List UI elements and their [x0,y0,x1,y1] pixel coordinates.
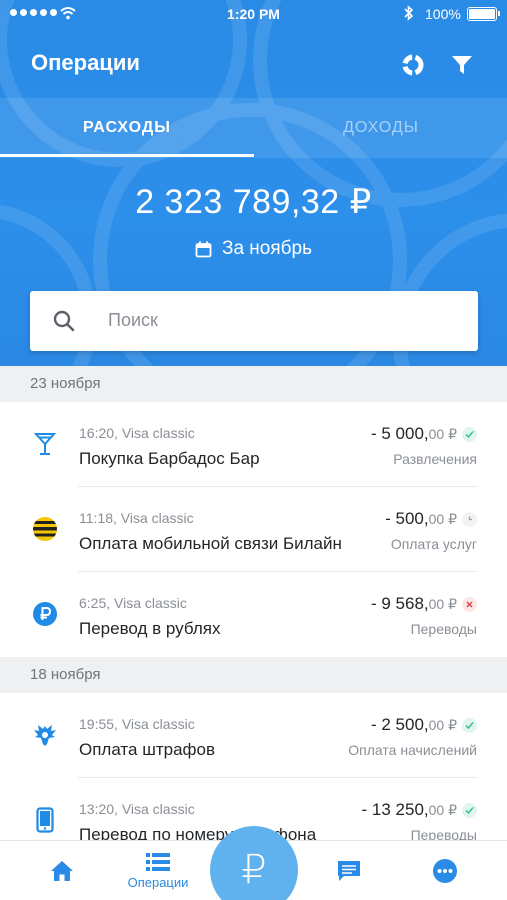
operation-name: Перевод в рублях [79,619,221,638]
filter-icon [452,56,472,74]
operation-row[interactable]: 6:25, Visa classic Перевод в рублях - 9 … [0,572,507,657]
status-success-icon [462,427,477,442]
operation-row[interactable]: 11:18, Visa classic Оплата мобильной свя… [0,487,507,572]
operation-category: Переводы [410,621,477,637]
operation-category: Оплата начислений [348,742,477,758]
operation-amount: - 13 250,00 ₽ [361,800,457,819]
status-success-icon [462,803,477,818]
ruble-icon [32,601,58,627]
operations-list: 23 ноября 16:20, Visa classic Покупка Ба… [0,366,507,863]
operation-meta: 6:25, Visa classic [79,595,187,611]
total-amount: 2 323 789,32 ₽ [135,183,372,221]
period-label: За ноябрь [221,238,313,259]
header: 1:20 PM 100% Операции РАСХОДЫ ДОХОДЫ 2 3… [0,0,507,366]
period-selector[interactable]: За ноябрь [0,238,507,260]
ruble-icon: ₽ [241,848,267,892]
page-title: Операции [31,50,140,75]
operation-category: Оплата услуг [390,536,477,552]
date-header: 23 ноября [0,366,507,402]
operation-meta: 16:20, Visa classic [79,425,195,441]
operation-name: Оплата штрафов [79,740,216,759]
pie-chart-icon [402,54,424,76]
tab-expenses[interactable]: РАСХОДЫ [0,98,254,158]
active-tab-indicator [0,154,254,157]
home-icon [51,861,73,881]
operation-name: Покупка Барбадос Бар [79,449,260,468]
date-header: 18 ноября [0,657,507,693]
operation-row[interactable]: 16:20, Visa classic Покупка Барбадос Бар… [0,402,507,487]
tabs: РАСХОДЫ ДОХОДЫ [0,98,507,158]
operation-meta: 13:20, Visa classic [79,801,195,817]
operation-name: Оплата мобильной связи Билайн [79,534,342,553]
phone-icon [32,807,58,833]
operation-amount: - 500,00 ₽ [385,509,457,528]
tab-operations-label: Операции [127,874,189,890]
status-bar: 1:20 PM 100% [0,0,507,28]
cocktail-icon [32,431,58,457]
battery-icon [467,7,500,21]
status-failed-icon [462,597,477,612]
search-input[interactable]: Поиск [30,291,478,351]
bluetooth-icon [404,5,414,21]
tab-chat[interactable] [299,841,399,900]
status-success-icon [462,718,477,733]
tab-operations[interactable]: Операции [108,841,208,900]
search-placeholder: Поиск [108,310,158,330]
operation-meta: 19:55, Visa classic [79,716,195,732]
beeline-logo-icon [32,516,58,542]
calendar-icon [195,241,212,257]
operation-category: Развлечения [393,451,477,467]
operation-amount: - 5 000,00 ₽ [370,424,457,443]
eagle-emblem-icon [32,722,58,748]
status-pending-icon [462,512,477,527]
more-icon [433,859,457,883]
operation-amount: - 9 568,00 ₽ [370,594,457,613]
battery-percent: 100% [425,6,461,22]
tab-more[interactable] [395,841,495,900]
list-icon [146,852,170,871]
operation-row[interactable]: 19:55, Visa classic Оплата штрафов - 2 5… [0,693,507,778]
operation-meta: 11:18, Visa classic [79,510,194,526]
filter-button[interactable] [447,50,477,80]
chat-icon [338,861,360,881]
tab-income[interactable]: ДОХОДЫ [254,98,507,158]
operation-amount: - 2 500,00 ₽ [370,715,457,734]
tab-home[interactable] [12,841,112,900]
chart-button[interactable] [398,50,428,80]
search-icon [53,310,75,332]
